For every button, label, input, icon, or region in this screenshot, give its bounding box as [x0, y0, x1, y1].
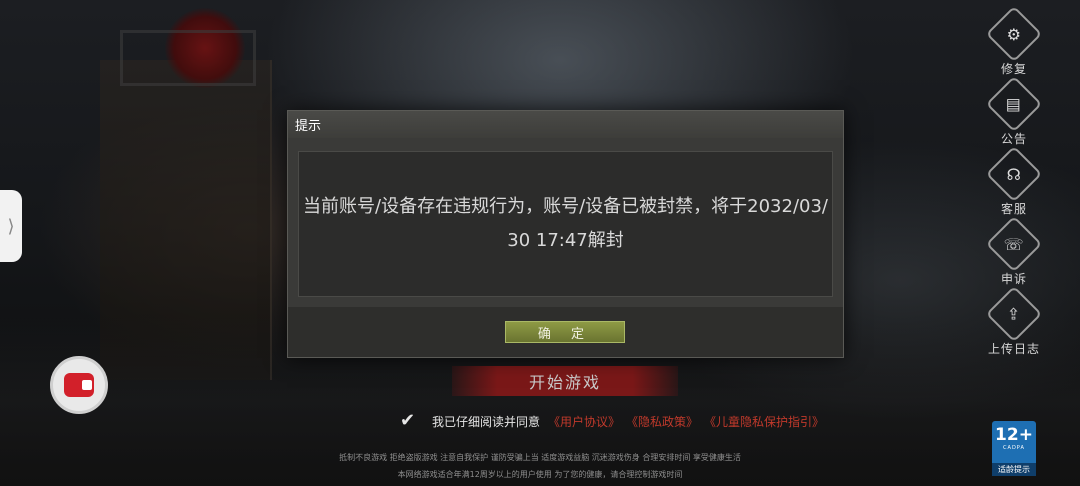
menu-item-appeal[interactable]: ☏ 申诉: [985, 215, 1043, 290]
child-privacy-link[interactable]: 《儿童隐私保护指引》: [704, 413, 824, 430]
age-rating-org: CADPA: [1003, 445, 1025, 451]
menu-item-label: 修复: [1000, 62, 1027, 76]
right-side-menu: ⚙ 修复 ▤ 公告 ☊ 客服 ☏ 申诉 ⇪ 上传日志: [984, 5, 1044, 360]
ban-notice-dialog: 提示 当前账号/设备存在违规行为，账号/设备已被封禁，将于2032/03/30 …: [287, 110, 844, 358]
chevron-right-icon: ⟩: [7, 215, 15, 237]
dialog-body: 当前账号/设备存在违规行为，账号/设备已被封禁，将于2032/03/30 17:…: [298, 151, 833, 297]
menu-item-customer-service[interactable]: ☊ 客服: [985, 145, 1043, 220]
side-drawer-toggle[interactable]: ⟩: [0, 190, 22, 262]
dialog-message: 当前账号/设备存在违规行为，账号/设备已被封禁，将于2032/03/30 17:…: [303, 196, 828, 251]
appeal-icon: ☏: [985, 215, 1043, 273]
game-logo-frame: [120, 30, 256, 86]
user-agreement-link[interactable]: 《用户协议》: [548, 413, 620, 430]
menu-item-label: 客服: [1000, 202, 1027, 216]
gear-icon: ⚙: [985, 5, 1043, 63]
age-rating-badge[interactable]: 12+ CADPA 适龄提示: [992, 421, 1036, 476]
agreement-prefix: 我已仔细阅读并同意: [432, 414, 541, 429]
dialog-title: 提示: [295, 119, 322, 134]
menu-item-announcement[interactable]: ▤ 公告: [985, 75, 1043, 150]
customer-service-icon: ☊: [985, 145, 1043, 203]
age-rating-number: 12+: [995, 425, 1033, 445]
upload-log-icon: ⇪: [985, 285, 1043, 343]
floating-assistant-button[interactable]: [50, 356, 108, 414]
dialog-header: 提示: [288, 111, 843, 138]
age-rating-label: 适龄提示: [992, 463, 1036, 476]
announcement-icon: ▤: [985, 75, 1043, 133]
agreement-row: ✔ 我已仔细阅读并同意 《用户协议》 《隐私政策》 《儿童隐私保护指引》: [400, 410, 830, 432]
menu-item-upload-log[interactable]: ⇪ 上传日志: [985, 285, 1043, 360]
privacy-policy-link[interactable]: 《隐私政策》: [626, 413, 698, 430]
assistant-icon: [64, 373, 94, 397]
start-game-button[interactable]: 开始游戏: [452, 366, 678, 396]
confirm-button[interactable]: 确 定: [505, 321, 625, 343]
menu-item-label: 公告: [1000, 132, 1027, 146]
checkmark-icon[interactable]: ✔: [400, 411, 420, 431]
menu-item-label: 上传日志: [987, 342, 1040, 356]
health-notice-line2: 本网络游戏适合年满12周岁以上的用户使用 为了您的健康，请合理控制游戏时间: [397, 470, 683, 479]
health-notice-line1: 抵制不良游戏 拒绝盗版游戏 注意自我保护 谨防受骗上当 适度游戏益脑 沉迷游戏伤…: [339, 453, 741, 462]
menu-item-label: 申诉: [1000, 272, 1027, 286]
menu-item-repair[interactable]: ⚙ 修复: [985, 5, 1043, 80]
